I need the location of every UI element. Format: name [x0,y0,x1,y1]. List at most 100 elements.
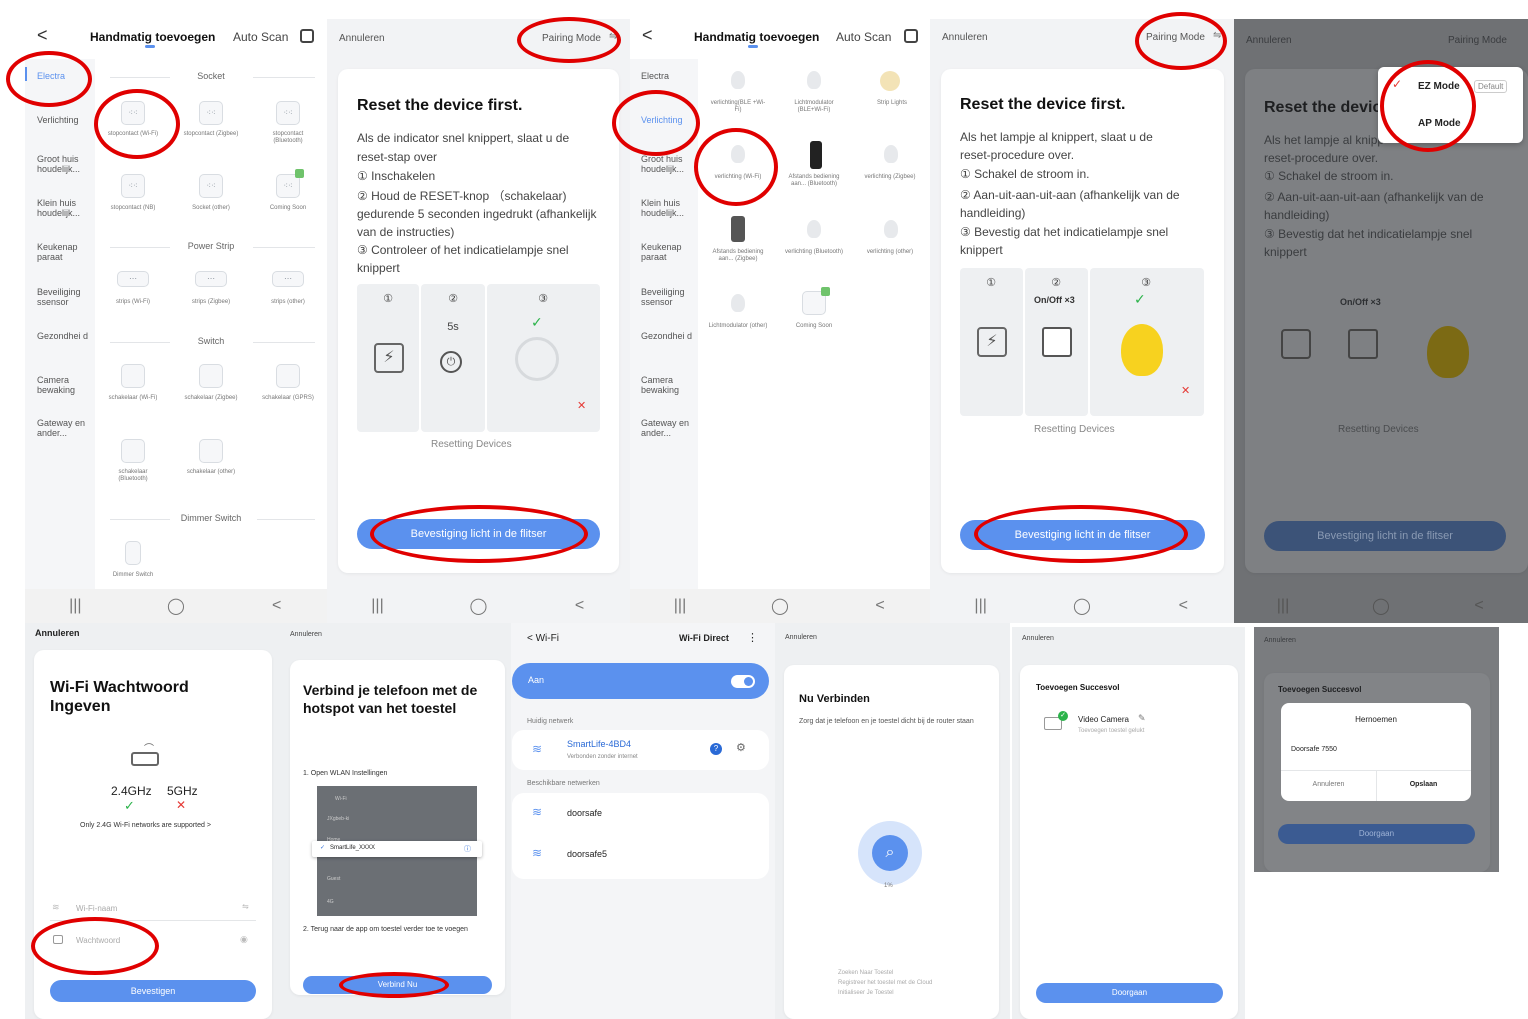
scan-icon[interactable] [904,29,918,43]
switch-wifi-icon[interactable] [121,364,145,388]
toggle-switch[interactable] [731,675,755,688]
cancel-link[interactable]: Annuleren [290,631,322,638]
menu-ap-mode[interactable]: AP Mode [1418,118,1461,129]
home-icon[interactable]: ◯ [1366,596,1396,616]
cancel-link[interactable]: Annuleren [1022,635,1054,642]
category-verlichting[interactable]: Verlichting [37,115,92,125]
eye-icon[interactable]: ◉ [240,934,248,945]
bulb-icon[interactable] [731,71,745,89]
resetting-devices-link[interactable]: Resetting Devices [431,439,512,450]
category-groot-huishoudelijk[interactable]: Groot huis houdelijk... [641,154,696,174]
category-beveiliging[interactable]: Beveiliging ssensor [641,287,696,307]
network-doorsafe[interactable]: doorsafe [567,808,602,818]
back-icon[interactable]: < [642,25,653,46]
password-field[interactable]: Wachtwoord [76,936,120,945]
recents-icon[interactable]: ||| [1268,597,1298,615]
confirm-blink-button[interactable]: Bevestiging licht in de flitser [1264,521,1506,551]
category-electra[interactable]: Electra [641,71,696,81]
home-icon[interactable]: ◯ [765,596,795,616]
supported-note[interactable]: Only 2.4G Wi-Fi networks are supported > [80,822,211,829]
resetting-devices-link[interactable]: Resetting Devices [1338,424,1419,435]
remote-icon[interactable] [810,141,822,169]
edit-pencil-icon[interactable]: ✎ [1138,713,1146,724]
home-icon[interactable]: ◯ [1067,596,1097,616]
category-electra[interactable]: Electra [37,71,92,81]
tab-auto-scan[interactable]: Auto Scan [233,30,288,44]
category-klein-huishoudelijk[interactable]: Klein huis houdelijk... [641,198,696,218]
category-klein-huishoudelijk[interactable]: Klein huis houdelijk... [37,198,92,218]
swap-icon[interactable]: ⇋ [1213,30,1221,41]
confirm-button[interactable]: Bevestigen [50,980,256,1002]
tab-manual-add[interactable]: Handmatig toevoegen [90,30,215,44]
confirm-blink-button[interactable]: Bevestiging licht in de flitser [960,520,1205,550]
bulb-icon[interactable] [884,220,898,238]
tab-manual-add[interactable]: Handmatig toevoegen [694,30,819,44]
bulb-icon[interactable] [884,145,898,163]
cancel-link[interactable]: Annuleren [1264,637,1296,644]
recents-icon[interactable]: ||| [665,597,695,615]
cancel-link[interactable]: Annuleren [942,32,988,43]
scan-icon[interactable] [300,29,314,43]
category-beveiliging[interactable]: Beveiliging ssensor [37,287,92,307]
pairing-mode-link[interactable]: Pairing Mode [1448,35,1507,46]
smartlife-ssid-row[interactable]: ✓ SmartLife_XXXX ⓘ [312,841,482,857]
help-icon[interactable]: ? [710,743,722,755]
swap-icon[interactable]: ⇋ [609,31,617,42]
bulb-icon[interactable] [731,294,745,312]
recents-icon[interactable]: ||| [363,597,393,615]
category-keukenapparaat[interactable]: Keukenap paraat [37,242,92,262]
recents-icon[interactable]: ||| [60,597,90,615]
back-nav-icon[interactable]: < [1464,597,1494,615]
bulb-icon[interactable] [807,220,821,238]
continue-button[interactable]: Doorgaan [1278,824,1475,844]
cancel-link[interactable]: Annuleren [785,634,817,641]
current-network-card[interactable]: ≋ SmartLife-4BD4 Verbonden zonder intern… [512,730,769,770]
resetting-devices-link[interactable]: Resetting Devices [1034,424,1115,435]
pairing-mode-link[interactable]: Pairing Mode [542,33,601,44]
confirm-blink-button[interactable]: Bevestiging licht in de flitser [357,519,600,549]
back-nav-icon[interactable]: < [262,597,292,615]
category-gezondheid[interactable]: Gezondhei d [641,331,696,341]
socket-zigbee-icon[interactable]: ⁖⁖ [199,101,223,125]
switch-other-icon[interactable] [199,439,223,463]
cancel-link[interactable]: Annuleren [339,33,385,44]
switch-bluetooth-icon[interactable] [121,439,145,463]
menu-ez-mode[interactable]: EZ Mode [1418,81,1460,92]
socket-nb-icon[interactable]: ⁖⁖ [121,174,145,198]
socket-other-icon[interactable]: ⁖⁖ [199,174,223,198]
socket-bluetooth-icon[interactable]: ⁖⁖ [276,101,300,125]
dimmer-switch-icon[interactable] [125,541,141,565]
cancel-link[interactable]: Annuleren [35,628,80,638]
device-name-input[interactable]: Doorsafe 7550 [1291,746,1337,753]
back-nav-icon[interactable]: < [565,597,595,615]
wifi-back-header[interactable]: < Wi-Fi [527,633,559,644]
wifi-toggle-row[interactable]: Aan [512,663,769,699]
category-keukenapparaat[interactable]: Keukenap paraat [641,242,696,262]
remote-icon[interactable] [731,216,745,242]
back-nav-icon[interactable]: < [1168,597,1198,615]
back-icon[interactable]: < [37,25,48,46]
cancel-link[interactable]: Annuleren [1246,35,1292,46]
home-icon[interactable]: ◯ [161,596,191,616]
bulb-icon[interactable] [731,145,745,163]
switch-zigbee-icon[interactable] [199,364,223,388]
dialog-save-button[interactable]: Opslaan [1376,781,1471,788]
wifi-direct-link[interactable]: Wi-Fi Direct [679,633,729,643]
more-options-icon[interactable]: ⋮ [747,631,758,644]
continue-button[interactable]: Doorgaan [1036,983,1223,1003]
home-icon[interactable]: ◯ [464,596,494,616]
category-groot-huishoudelijk[interactable]: Groot huis houdelijk... [37,154,92,174]
bulb-icon[interactable] [807,71,821,89]
category-gateway[interactable]: Gateway en ander... [37,418,92,438]
settings-gear-icon[interactable]: ⚙ [736,741,746,754]
category-gezondheid[interactable]: Gezondhei d [37,331,92,341]
dialog-cancel-button[interactable]: Annuleren [1281,781,1376,788]
socket-wifi-icon[interactable]: ⁖⁖ [121,101,145,125]
tab-auto-scan[interactable]: Auto Scan [836,30,891,44]
pairing-mode-link[interactable]: Pairing Mode [1146,32,1205,43]
strip-wifi-icon[interactable]: ⋯ [117,271,149,287]
category-camera[interactable]: Camera bewaking [37,375,92,395]
recents-icon[interactable]: ||| [966,597,996,615]
wifi-name-field[interactable]: Wi-Fi-naam [76,904,117,913]
back-nav-icon[interactable]: < [865,597,895,615]
